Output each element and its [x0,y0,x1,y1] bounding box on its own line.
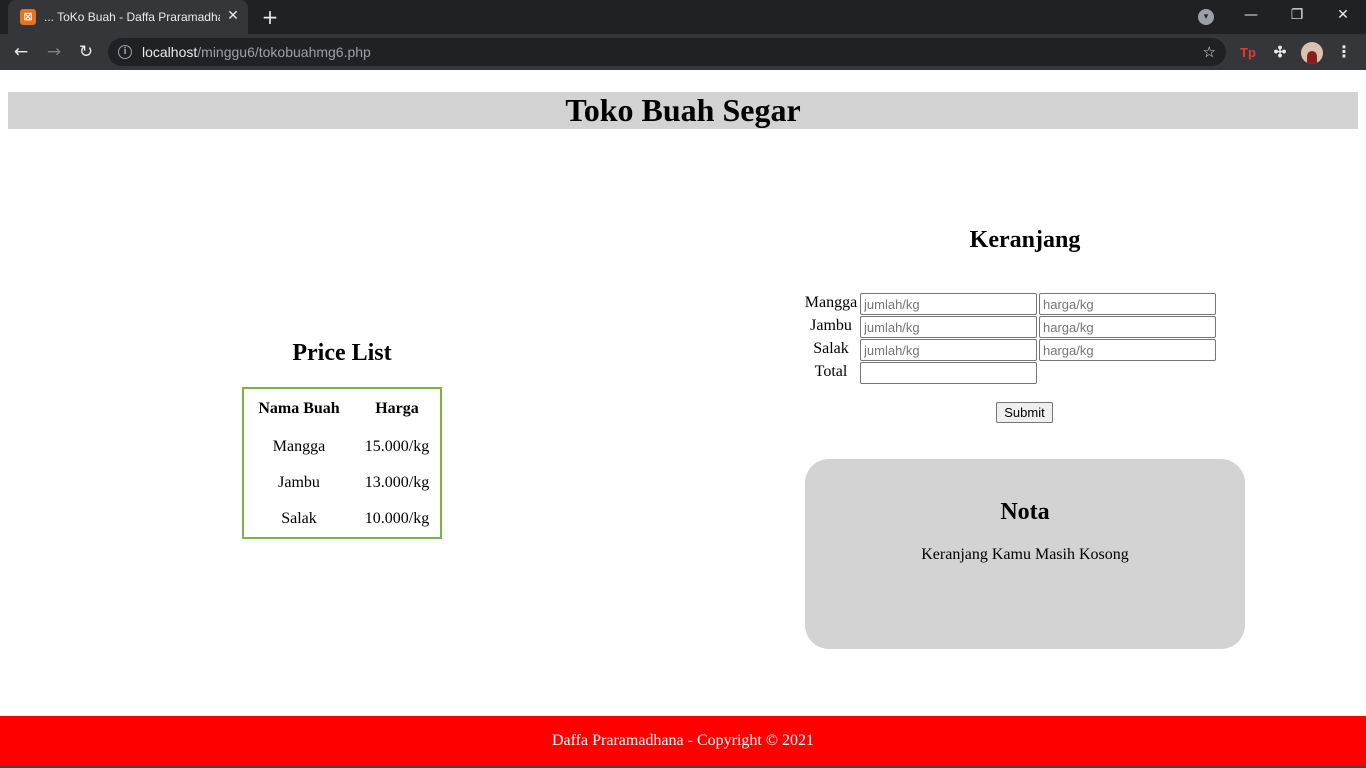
price-list-table: Nama Buah Harga Mangga 15.000/kg Jambu 1… [242,387,442,539]
tab-title: ... ToKo Buah - Daffa Praramadhana [44,10,220,24]
cart-label-salak: Salak [813,340,849,357]
url-path: /minggu6/tokobuahmg6.php [197,44,371,60]
forward-icon[interactable]: → [43,41,65,63]
new-tab-icon[interactable]: + [258,6,282,28]
column-header-name: Nama Buah [258,400,340,417]
total-input[interactable] [860,362,1037,384]
nota-title: Nota [1000,499,1050,525]
cart-title: Keranjang [969,227,1081,253]
fruit-name: Salak [281,510,317,527]
reload-icon[interactable]: ↻ [75,41,97,63]
fruit-price: 10.000/kg [364,510,430,527]
mangga-price-input[interactable] [1039,293,1216,315]
table-header-row: Nama Buah Harga [244,389,440,429]
cart-label-total: Total [814,363,848,380]
price-list-title: Price List [292,340,392,366]
tab-close-icon[interactable]: ✕ [225,8,241,24]
window-close-icon[interactable]: ✕ [1328,4,1358,26]
table-row: Mangga 15.000/kg [244,429,440,465]
site-info-icon[interactable]: i [118,45,132,59]
nota-panel: Nota Keranjang Kamu Masih Kosong [805,459,1245,649]
fruit-price: 13.000/kg [364,474,430,491]
jambu-price-input[interactable] [1039,316,1216,338]
salak-qty-input[interactable] [860,339,1037,361]
fruit-name: Jambu [278,474,320,491]
table-row: Jambu 13.000/kg [244,465,440,501]
cart-label-mangga: Mangga [804,294,858,311]
browser-tab-bar: ⊠ ... ToKo Buah - Daffa Praramadhana ✕ +… [0,0,1366,34]
footer-text: Daffa Praramadhana - Copyright © 2021 [551,732,814,749]
submit-button[interactable]: Submit [996,402,1053,423]
jambu-qty-input[interactable] [860,316,1037,338]
profile-avatar[interactable] [1301,42,1323,64]
url-host: localhost [142,44,198,60]
column-header-price: Harga [375,400,419,417]
url-text[interactable]: localhost/minggu6/tokobuahmg6.php [142,44,371,60]
page-title: Toko Buah Segar [565,92,801,128]
browser-tab[interactable]: ⊠ ... ToKo Buah - Daffa Praramadhana ✕ [8,0,248,34]
browser-menu-icon[interactable]: ⋮ [1334,42,1354,62]
fruit-price: 15.000/kg [364,438,430,455]
salak-price-input[interactable] [1039,339,1216,361]
fruit-name: Mangga [272,438,326,455]
cart-label-jambu: Jambu [810,317,852,334]
bookmark-star-icon[interactable]: ☆ [1203,43,1216,61]
restore-icon[interactable]: ❐ [1282,4,1312,26]
extension-tp-icon[interactable]: Tp [1238,43,1258,63]
minimize-icon[interactable]: — [1236,4,1266,26]
xampp-favicon-icon: ⊠ [20,9,36,25]
page-footer: Daffa Praramadhana - Copyright © 2021 [0,716,1366,766]
address-bar[interactable]: i localhost/minggu6/tokobuahmg6.php ☆ [108,38,1226,66]
table-row: Salak 10.000/kg [244,501,440,537]
page-header: Toko Buah Segar [8,92,1358,129]
mangga-qty-input[interactable] [860,293,1037,315]
extensions-puzzle-icon[interactable]: ✣ [1270,43,1290,63]
tab-search-icon[interactable]: ▾ [1198,9,1214,25]
back-icon[interactable]: ← [10,41,32,63]
nota-message: Keranjang Kamu Masih Kosong [921,546,1129,563]
browser-toolbar: ← → ↻ i localhost/minggu6/tokobuahmg6.ph… [0,34,1366,70]
